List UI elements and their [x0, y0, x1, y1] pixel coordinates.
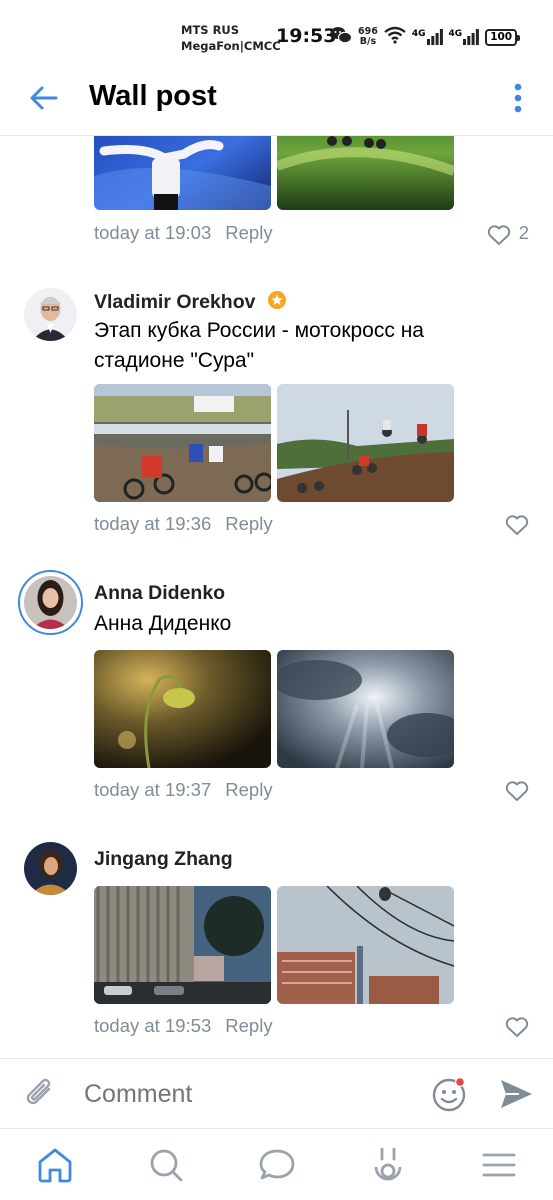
- like-heart-icon[interactable]: [505, 514, 529, 536]
- comment-meta: today at 19:37 Reply: [94, 779, 273, 801]
- comment-author: Jingang Zhang: [94, 848, 233, 870]
- star-badge-icon: [267, 290, 287, 310]
- signal-icon-1: 4G: [412, 29, 443, 45]
- comment-time: today at 19:37: [94, 779, 212, 800]
- page-title: Wall post: [89, 80, 217, 112]
- reply-button[interactable]: Reply: [225, 779, 272, 800]
- status-clock: 19:53: [276, 25, 337, 47]
- like-heart-icon[interactable]: [505, 1016, 529, 1038]
- clips-icon[interactable]: [368, 1145, 408, 1185]
- home-icon[interactable]: [35, 1145, 75, 1185]
- comment-text: Этап кубка России - мотокросс на стадион…: [94, 319, 424, 372]
- signal-icon-2: 4G: [449, 29, 480, 45]
- like-count: 2: [518, 222, 529, 243]
- comment-time: today at 19:36: [94, 513, 212, 534]
- comment-meta: today at 19:03 Reply: [94, 222, 273, 244]
- building-street-photo[interactable]: [94, 886, 271, 1004]
- wifi-icon: [384, 26, 406, 49]
- emoji-icon[interactable]: [430, 1074, 470, 1114]
- app-header: Wall post: [0, 62, 553, 136]
- comments-feed[interactable]: today at 19:03 Reply 2 Vladimir Orekhov: [0, 136, 553, 1058]
- back-arrow-icon[interactable]: [26, 80, 62, 116]
- comment-time: today at 19:03: [94, 222, 212, 243]
- status-bar: MTS RUS MegaFon|CMCC 19:53 696 B/s 4G 4G…: [0, 0, 553, 62]
- plant-sunlight-photo[interactable]: [94, 650, 271, 768]
- bottom-tab-bar: [0, 1128, 553, 1200]
- city-wires-photo[interactable]: [277, 886, 454, 1004]
- status-icons: 696 B/s 4G 4G 100: [330, 24, 521, 50]
- figure-skating-photo[interactable]: [94, 136, 271, 210]
- more-vertical-icon[interactable]: [513, 82, 523, 114]
- avatar[interactable]: [24, 288, 77, 341]
- carrier-1: MTS RUS: [181, 23, 240, 37]
- comment-input[interactable]: [84, 1077, 404, 1111]
- avatar: [24, 576, 77, 629]
- motocross-race-photo[interactable]: [277, 136, 454, 210]
- like-heart-icon[interactable]: [505, 780, 529, 802]
- carrier-names: MTS RUS MegaFon|CMCC: [181, 22, 281, 54]
- menu-icon[interactable]: [479, 1145, 519, 1185]
- send-icon[interactable]: [497, 1075, 535, 1113]
- reply-button[interactable]: Reply: [225, 1015, 272, 1036]
- comment-author: Anna Didenko: [94, 582, 226, 604]
- like-heart-icon[interactable]: [487, 224, 511, 246]
- avatar-story-ring[interactable]: [18, 570, 83, 635]
- motocross-jump-photo[interactable]: [277, 384, 454, 502]
- comment-time: today at 19:53: [94, 1015, 212, 1036]
- battery-indicator: 100: [485, 28, 521, 46]
- reply-button[interactable]: Reply: [225, 513, 272, 534]
- comment-text: Анна Диденко: [94, 612, 232, 635]
- wechat-icon: [330, 26, 353, 49]
- comment-meta: today at 19:53 Reply: [94, 1015, 273, 1037]
- search-icon[interactable]: [146, 1145, 186, 1185]
- messages-icon[interactable]: [257, 1145, 297, 1185]
- paperclip-icon[interactable]: [22, 1075, 60, 1113]
- reply-button[interactable]: Reply: [225, 222, 272, 243]
- comment-composer: [0, 1058, 553, 1128]
- comment-meta: today at 19:36 Reply: [94, 513, 273, 535]
- cloudy-sky-photo[interactable]: [277, 650, 454, 768]
- avatar[interactable]: [24, 842, 77, 895]
- net-speed: 696 B/s: [358, 26, 378, 47]
- motocross-start-photo[interactable]: [94, 384, 271, 502]
- comment-author: Vladimir Orekhov: [94, 290, 287, 314]
- carrier-2: MegaFon|CMCC: [181, 39, 281, 53]
